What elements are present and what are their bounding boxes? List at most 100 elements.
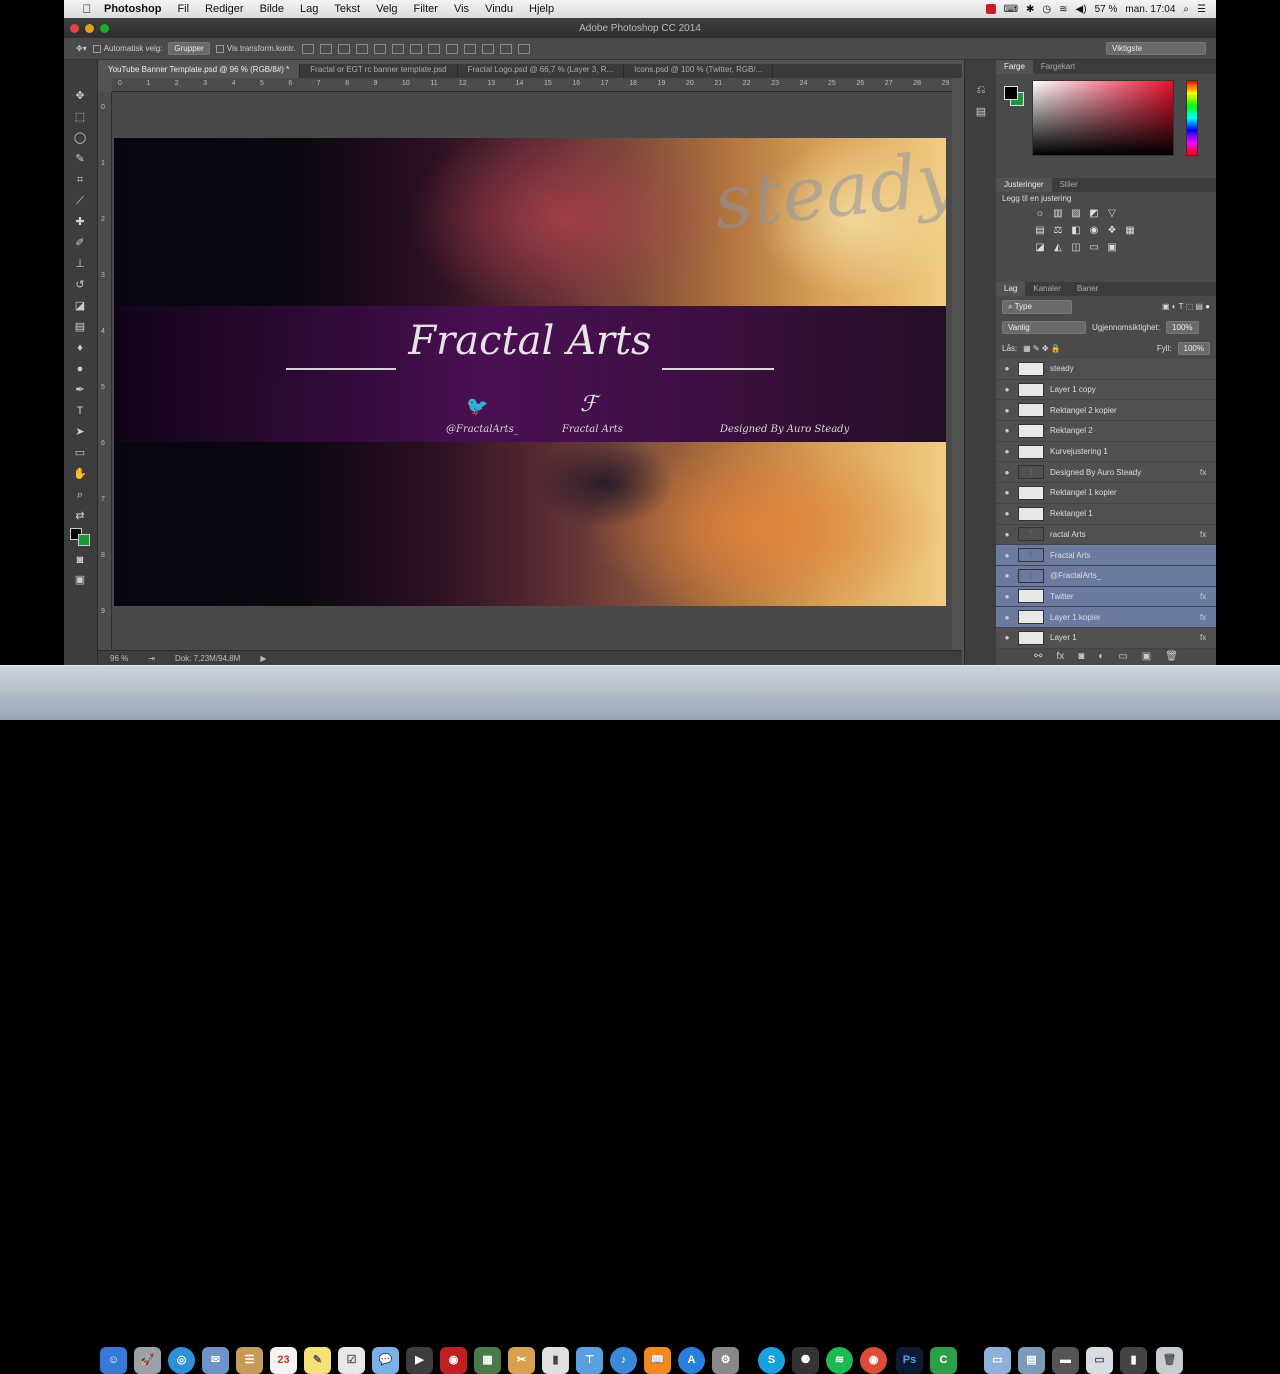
visibility-eye-icon[interactable]: ● [996, 488, 1018, 497]
align-vcenter-icon[interactable] [319, 43, 332, 54]
move-tool-preset-icon[interactable]: ✥▾ [76, 44, 87, 53]
layer-row[interactable]: ● T Designed By Auro Steady fx [996, 462, 1216, 484]
volume-icon[interactable]: ◀) [1076, 4, 1087, 15]
distribute-vcenter-icon[interactable] [427, 43, 440, 54]
blend-mode-dropdown[interactable]: Vanlig [1002, 321, 1086, 334]
history-brush-tool-icon[interactable]: ↺ [72, 277, 88, 293]
tab-youtube-banner[interactable]: YouTube Banner Template.psd @ 96 % (RGB/… [98, 64, 301, 78]
menu-tekst[interactable]: Tekst [326, 3, 368, 15]
history-panel-icon[interactable]: ⎌ [973, 82, 989, 98]
visibility-eye-icon[interactable]: ● [996, 509, 1018, 518]
color-lookup-icon[interactable]: ▦ [1124, 225, 1136, 236]
banner-artwork[interactable]: steady Fractal Arts 🐦 ℱ @FractalArts_ Fr… [114, 138, 946, 606]
posterize-icon[interactable]: ◭ [1052, 242, 1064, 253]
layer-mask-icon[interactable]: ◙ [1078, 651, 1084, 662]
clone-stamp-tool-icon[interactable]: ⊥ [72, 256, 88, 272]
vibrance-icon[interactable]: ▽ [1106, 208, 1118, 219]
visibility-eye-icon[interactable]: ● [996, 633, 1018, 642]
visibility-eye-icon[interactable]: ● [996, 364, 1018, 373]
distribute-hcenter-icon[interactable] [481, 43, 494, 54]
visibility-eye-icon[interactable]: ● [996, 426, 1018, 435]
notes-icon[interactable]: ✎ [304, 1347, 331, 1374]
documents-stack-icon[interactable]: ▤ [1018, 1347, 1045, 1374]
crop-tool-icon[interactable]: ⌗ [72, 172, 88, 188]
distribute-bottom-icon[interactable] [445, 43, 458, 54]
auto-select-checkbox[interactable]: Automatisk velg: [92, 44, 162, 53]
visibility-eye-icon[interactable]: ● [996, 385, 1018, 394]
camtasia-icon[interactable]: C [930, 1347, 957, 1374]
layer-row[interactable]: ● Rektangel 2 kopier [996, 400, 1216, 422]
eyedropper-tool-icon[interactable]: ⟋ [72, 193, 88, 209]
system-preferences-icon[interactable]: ⚙ [712, 1347, 739, 1374]
visibility-eye-icon[interactable]: ● [996, 468, 1018, 477]
visibility-eye-icon[interactable]: ● [996, 447, 1018, 456]
zoom-tool-icon[interactable]: ⌕ [72, 487, 88, 503]
shape-tool-icon[interactable]: ▭ [72, 445, 88, 461]
mail-icon[interactable]: ✉ [202, 1347, 229, 1374]
reminders-icon[interactable]: ☑ [338, 1347, 365, 1374]
tab-stiler[interactable]: Stiler [1052, 178, 1086, 192]
record-icon[interactable] [985, 4, 996, 14]
photo-filter-icon[interactable]: ◉ [1088, 225, 1100, 236]
contacts-icon[interactable]: ☰ [236, 1347, 263, 1374]
brush-tool-icon[interactable]: ✐ [72, 235, 88, 251]
itunes-icon[interactable]: ♪ [610, 1347, 637, 1374]
align-bottom-icon[interactable] [337, 43, 350, 54]
zoom-level[interactable]: 96 % [110, 654, 128, 663]
filter-icons[interactable]: ▣ ◐ T ⬚ ▤ ● [1162, 302, 1210, 311]
layer-row[interactable]: ● Tractal Arts fx [996, 525, 1216, 546]
export-icon[interactable]: ⇥ [148, 654, 155, 663]
align-top-icon[interactable] [301, 43, 314, 54]
layer-filter-dropdown[interactable]: ⌕ Type [1002, 299, 1072, 314]
messages-icon[interactable]: 💬 [372, 1347, 399, 1374]
preview-icon[interactable]: ✂ [508, 1347, 535, 1374]
applications-folder-icon[interactable]: ▭ [984, 1347, 1011, 1374]
foreground-color-swatch-panel[interactable] [1004, 86, 1018, 100]
show-transform-checkbox[interactable]: Vis transform.kontr. [215, 44, 296, 53]
calendar-icon[interactable]: 23 [270, 1347, 297, 1374]
path-select-tool-icon[interactable]: ➤ [72, 424, 88, 440]
tab-fargekart[interactable]: Fargekart [1033, 60, 1083, 74]
finder-icon[interactable]: ☺ [100, 1347, 127, 1374]
opacity-input[interactable]: 100% [1166, 321, 1199, 334]
foreground-color-swatch[interactable] [70, 528, 90, 546]
launchpad-icon[interactable]: 🚀 [134, 1347, 161, 1374]
layer-row[interactable]: ● T Fractal Arts [996, 545, 1216, 566]
channel-mixer-icon[interactable]: ❖ [1106, 225, 1118, 236]
new-group-icon[interactable]: ▭ [1118, 651, 1127, 662]
properties-panel-icon[interactable]: ▤ [973, 104, 989, 120]
eraser-tool-icon[interactable]: ◪ [72, 298, 88, 314]
menu-hjelp[interactable]: Hjelp [521, 3, 562, 15]
app-store-icon[interactable]: A [678, 1347, 705, 1374]
align-left-icon[interactable] [355, 43, 368, 54]
move-tool-icon[interactable]: ✥ [72, 88, 88, 104]
layer-row[interactable]: ● Layer 1 kopier fx [996, 607, 1216, 628]
notification-center-icon[interactable]: ☰ [1197, 4, 1206, 15]
curves-icon[interactable]: ▧ [1070, 208, 1082, 219]
healing-brush-tool-icon[interactable]: ✚ [72, 214, 88, 230]
dodge-tool-icon[interactable]: ● [72, 361, 88, 377]
layer-row[interactable]: ● Rektangel 1 kopier [996, 483, 1216, 504]
quick-mask-icon[interactable]: ◙ [72, 552, 88, 568]
layer-row[interactable]: ● T @FractalArts_ [996, 565, 1216, 587]
visibility-eye-icon[interactable]: ● [996, 530, 1018, 539]
auto-select-target-dropdown[interactable]: Grupper [168, 42, 210, 55]
auto-align-icon[interactable] [517, 43, 530, 54]
layer-row[interactable]: ● steady [996, 359, 1216, 380]
tab-fractal-egt[interactable]: Fractal or EGT rc banner template.psd [300, 64, 458, 78]
gamepad-icon[interactable]: ⌨ [1004, 4, 1018, 15]
marquee-tool-icon[interactable]: ⬚ [72, 109, 88, 125]
gradient-map-icon[interactable]: ▭ [1088, 242, 1100, 253]
menu-vis[interactable]: Vis [446, 3, 477, 15]
fill-input[interactable]: 100% [1177, 342, 1210, 355]
visibility-eye-icon[interactable]: ● [996, 613, 1018, 622]
photobooth-icon[interactable]: ◉ [440, 1347, 467, 1374]
app-menu[interactable]: Photoshop [96, 3, 169, 15]
spotify-icon[interactable]: ≋ [826, 1347, 853, 1374]
type-tool-icon[interactable]: T [72, 403, 88, 419]
pen-tool-icon[interactable]: ✒ [72, 382, 88, 398]
delete-layer-icon[interactable]: 🗑 [1165, 651, 1178, 662]
skype-icon[interactable]: S [758, 1347, 785, 1374]
distribute-left-icon[interactable] [463, 43, 476, 54]
layer-fx-icon[interactable]: fx [1200, 468, 1216, 477]
